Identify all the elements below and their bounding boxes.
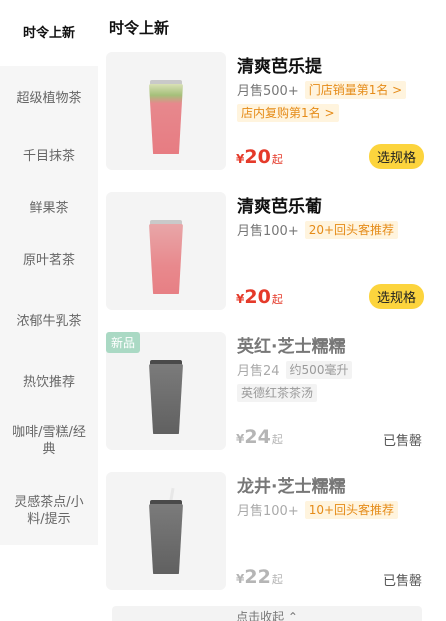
product-name: 清爽芭乐葡 bbox=[237, 197, 322, 217]
sidebar-item-leaf-tea[interactable]: 原叶茗茶 bbox=[0, 238, 98, 282]
product-sales: 月售500+ 门店销量第1名 > bbox=[237, 80, 407, 99]
tea-base-tag: 英德红茶茶汤 bbox=[237, 384, 318, 402]
sales-count: 月售100+ bbox=[237, 224, 299, 239]
sales-count: 月售100+ bbox=[237, 504, 299, 519]
product-sales: 月售100+ 20+回头客推荐 bbox=[237, 220, 399, 239]
sidebar-item-milk-tea[interactable]: 浓郁牛乳茶 bbox=[0, 290, 98, 352]
product-price: ¥20起 bbox=[236, 146, 283, 168]
sidebar-item-snacks[interactable]: 灵感茶点/小料/提示 bbox=[0, 480, 98, 542]
volume-tag: 约500毫升 bbox=[285, 360, 353, 379]
product-image[interactable] bbox=[106, 472, 226, 590]
sidebar-item-coffee[interactable]: 咖啡/雪糕/经典 bbox=[0, 410, 98, 472]
product-sales: 月售100+ 10+回头客推荐 bbox=[237, 500, 399, 519]
collapse-button[interactable]: 点击收起 ⌃ bbox=[112, 606, 422, 621]
drink-cup bbox=[149, 364, 183, 434]
product-name: 清爽芭乐提 bbox=[237, 57, 322, 77]
drink-cup bbox=[149, 504, 183, 574]
product-card[interactable]: 龙井·芝士糯糯 月售100+ 10+回头客推荐 ¥22起 已售罄 bbox=[106, 472, 432, 602]
product-price: ¥22起 bbox=[236, 566, 283, 588]
product-card[interactable]: 清爽芭乐提 月售500+ 门店销量第1名 > 店内复购第1名 > ¥20起 选规… bbox=[106, 52, 432, 182]
sidebar-item-matcha[interactable]: 千目抹茶 bbox=[0, 134, 98, 178]
product-card[interactable]: 新品 英红·芝士糯糯 月售24 约500毫升 英德红茶茶汤 ¥24起 已售罄 bbox=[106, 332, 432, 462]
select-spec-button[interactable]: 选规格 bbox=[368, 284, 424, 309]
repeat-customer-tag: 20+回头客推荐 bbox=[304, 220, 399, 239]
category-sidebar: 时令上新 超级植物茶 千目抹茶 鲜果茶 原叶茗茶 浓郁牛乳茶 热饮推荐 咖啡/雪… bbox=[0, 0, 98, 621]
rank-tag[interactable]: 店内复购第1名 > bbox=[237, 104, 339, 122]
new-badge: 新品 bbox=[106, 332, 141, 353]
drink-cup bbox=[149, 84, 183, 154]
sales-count: 月售24 bbox=[237, 364, 280, 379]
product-card[interactable]: 清爽芭乐葡 月售100+ 20+回头客推荐 ¥20起 选规格 bbox=[106, 192, 432, 322]
section-title: 时令上新 bbox=[109, 19, 170, 37]
rank-tag[interactable]: 门店销量第1名 > bbox=[304, 80, 407, 99]
sidebar-item-plant-tea[interactable]: 超级植物茶 bbox=[0, 66, 98, 130]
sidebar-item-fruit-tea[interactable]: 鲜果茶 bbox=[0, 186, 98, 230]
sold-out-label: 已售罄 bbox=[382, 574, 422, 589]
product-name: 英红·芝士糯糯 bbox=[237, 337, 346, 357]
sidebar-bottom-fill bbox=[0, 545, 98, 621]
product-price: ¥20起 bbox=[236, 286, 283, 308]
select-spec-button[interactable]: 选规格 bbox=[368, 144, 424, 169]
product-image[interactable] bbox=[106, 52, 226, 170]
drink-cup bbox=[149, 224, 183, 294]
tag-row: 店内复购第1名 > bbox=[237, 102, 339, 122]
product-name: 龙井·芝士糯糯 bbox=[237, 477, 346, 497]
product-image[interactable] bbox=[106, 192, 226, 310]
tag-row: 英德红茶茶汤 bbox=[237, 382, 318, 402]
sidebar-item-hot-drinks[interactable]: 热饮推荐 bbox=[0, 360, 98, 404]
product-sales: 月售24 约500毫升 bbox=[237, 360, 353, 379]
sold-out-label: 已售罄 bbox=[382, 434, 422, 449]
sidebar-item-seasonal[interactable]: 时令上新 bbox=[0, 0, 98, 66]
repeat-customer-tag: 10+回头客推荐 bbox=[304, 500, 399, 519]
sales-count: 月售500+ bbox=[237, 84, 299, 99]
product-price: ¥24起 bbox=[236, 426, 283, 448]
